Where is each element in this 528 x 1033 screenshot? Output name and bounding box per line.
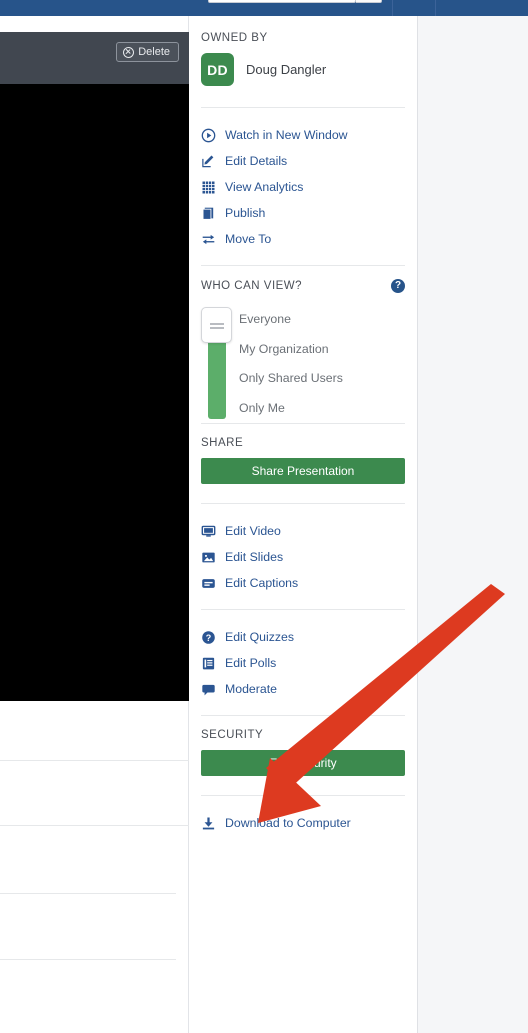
move-arrows-icon (201, 232, 216, 247)
edit-security-button[interactable]: Edit Security (201, 750, 405, 776)
menu-item-label: Edit Polls (225, 656, 277, 670)
content-row (0, 826, 176, 894)
player-header-bar: Delete (0, 32, 189, 84)
top-app-bar (0, 0, 528, 16)
divider (201, 265, 405, 266)
menu-item-label: Edit Details (225, 154, 288, 168)
edit-pencil-icon (201, 154, 216, 169)
search-input[interactable] (208, 0, 356, 3)
menu-item-edit-slides[interactable]: Edit Slides (201, 544, 405, 570)
poll-list-icon (201, 656, 216, 671)
menu-item-edit-quizzes[interactable]: ? Edit Quizzes (201, 624, 405, 650)
menu-item-edit-video[interactable]: Edit Video (201, 518, 405, 544)
primary-actions-menu: Watch in New Window Edit Details View An… (201, 122, 405, 252)
owner-row: DD Doug Dangler (201, 53, 405, 86)
divider (201, 423, 405, 424)
visibility-option-my-organization[interactable]: My Organization (239, 335, 343, 365)
video-column: Delete (0, 16, 189, 1033)
visibility-option-only-me[interactable]: Only Me (239, 394, 343, 424)
menu-item-watch-in-new-window[interactable]: Watch in New Window (201, 122, 405, 148)
share-heading: SHARE (201, 437, 244, 449)
divider (201, 503, 405, 504)
who-can-view-heading: WHO CAN VIEW? (201, 280, 303, 292)
menu-item-edit-captions[interactable]: Edit Captions (201, 570, 405, 596)
menu-item-label: Move To (225, 232, 272, 246)
menu-item-label: Publish (225, 206, 266, 220)
slider-thumb[interactable] (201, 307, 232, 343)
owned-by-heading: OWNED BY (201, 32, 268, 44)
image-icon (201, 550, 216, 565)
menu-item-label: Edit Quizzes (225, 630, 295, 644)
download-icon (201, 816, 216, 831)
menu-item-label: Moderate (225, 682, 277, 696)
content-row (0, 701, 189, 761)
publish-book-icon (201, 206, 216, 221)
menu-item-label: Watch in New Window (225, 128, 348, 142)
captions-icon (201, 576, 216, 591)
details-sidebar: OWNED BY DD Doug Dangler Watch in New Wi… (189, 16, 418, 1033)
divider (201, 107, 405, 108)
avatar: DD (201, 53, 234, 86)
topbar-divider-1 (392, 0, 393, 16)
search-button[interactable] (356, 0, 382, 3)
download-menu: Download to Computer (201, 810, 405, 836)
menu-item-label: Edit Captions (225, 576, 299, 590)
divider (201, 715, 405, 716)
share-presentation-button[interactable]: Share Presentation (201, 458, 405, 484)
analytics-grid-icon (201, 180, 216, 195)
slider-track[interactable] (208, 339, 226, 419)
edit-media-menu: Edit Video Edit Slides Edit Captions (201, 518, 405, 596)
menu-item-edit-polls[interactable]: Edit Polls (201, 650, 405, 676)
svg-text:?: ? (206, 632, 212, 642)
video-player-stage[interactable] (0, 84, 189, 701)
help-circle-icon[interactable]: ? (391, 279, 405, 293)
monitor-icon (201, 524, 216, 539)
topbar-divider-2 (435, 0, 436, 16)
divider (201, 609, 405, 610)
menu-item-moderate[interactable]: Moderate (201, 676, 405, 702)
app-screen: Delete OWNED BY DD Doug Dangler Watch in… (0, 0, 528, 1033)
menu-item-label: Edit Slides (225, 550, 284, 564)
menu-item-label: View Analytics (225, 180, 304, 194)
content-row (0, 894, 176, 960)
security-heading: SECURITY (201, 729, 264, 741)
owner-name: Doug Dangler (246, 62, 327, 77)
menu-item-move-to[interactable]: Move To (201, 226, 405, 252)
comment-bubble-icon (201, 682, 216, 697)
visibility-options: Everyone My Organization Only Shared Use… (239, 305, 343, 423)
content-row (0, 761, 189, 826)
circle-x-icon (123, 46, 135, 58)
delete-button-label: Delete (138, 46, 170, 58)
menu-item-label: Edit Video (225, 524, 281, 538)
question-circle-icon: ? (201, 630, 216, 645)
delete-button[interactable]: Delete (116, 42, 179, 62)
menu-item-edit-details[interactable]: Edit Details (201, 148, 405, 174)
play-circle-icon (201, 128, 216, 143)
interaction-menu: ? Edit Quizzes Edit Polls Moderate (201, 624, 405, 702)
menu-item-download-to-computer[interactable]: Download to Computer (201, 810, 405, 836)
divider (201, 795, 405, 796)
who-can-view-header: WHO CAN VIEW? ? (201, 279, 405, 293)
menu-item-label: Download to Computer (225, 816, 351, 830)
menu-item-view-analytics[interactable]: View Analytics (201, 174, 405, 200)
visibility-option-everyone[interactable]: Everyone (239, 305, 343, 335)
who-can-view-slider[interactable]: Everyone My Organization Only Shared Use… (201, 305, 405, 423)
menu-item-publish[interactable]: Publish (201, 200, 405, 226)
visibility-option-only-shared-users[interactable]: Only Shared Users (239, 364, 343, 394)
